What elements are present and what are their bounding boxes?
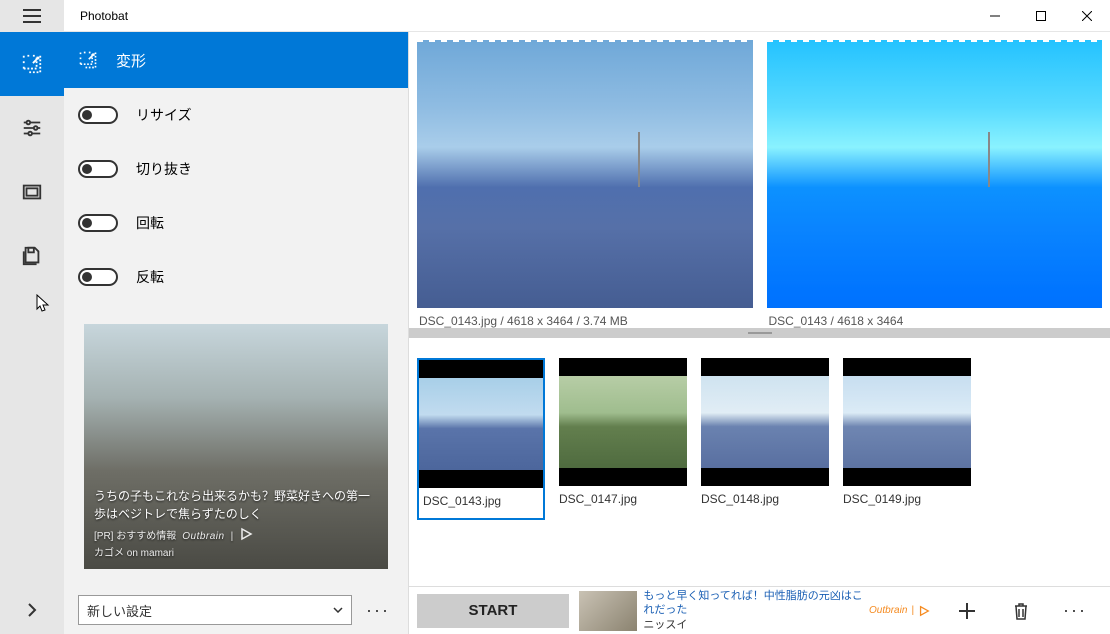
save-stack-icon [21,245,43,267]
crop-icon [21,53,43,75]
options-header-label: 変形 [116,50,146,71]
toggle-flip[interactable] [78,268,118,286]
footer-ad-brand-wrap: Outbrain | [869,605,930,617]
close-button[interactable] [1064,0,1110,31]
footer-ad-line2: ニッスイ [643,618,863,632]
thumbnail-item[interactable]: DSC_0149.jpg [843,358,971,506]
chevron-down-icon [333,607,343,613]
trash-icon [1011,601,1031,621]
sliders-icon [21,117,43,139]
option-rotate-label: 回転 [136,213,164,233]
option-crop-label: 切り抜き [136,159,192,179]
chevron-right-icon [27,603,37,617]
hamburger-icon [23,9,41,23]
titlebar: Photobat [0,0,1110,32]
ad-panel[interactable]: うちの子もこれなら出来るかも？野菜好きへの第一歩はベジトレで焦らずたのしく [P… [84,324,388,569]
maximize-button[interactable] [1018,0,1064,31]
frame-icon [21,181,43,203]
preview-after: DSC_0143 / 4618 x 3464 [767,40,1103,328]
footer-ad-image [579,591,637,631]
thumbnail-item[interactable]: DSC_0143.jpg [417,358,545,520]
option-resize[interactable]: リサイズ [64,88,408,142]
window-controls [972,0,1110,31]
ad-play-icon [918,605,930,617]
thumbnail-item[interactable]: DSC_0148.jpg [701,358,829,506]
toggle-rotate[interactable] [78,214,118,232]
option-flip[interactable]: 反転 [64,250,408,304]
minimize-button[interactable] [972,0,1018,31]
cursor-icon [36,294,50,312]
tool-save[interactable] [0,224,64,288]
thumbnail-image [843,358,971,486]
option-flip-label: 反転 [136,267,164,287]
thumbnail-label: DSC_0148.jpg [701,486,829,506]
thumbnail-strip: DSC_0143.jpg DSC_0147.jpg DSC_0148.jpg D… [409,338,1110,586]
footer-ad-text: もっと早く知ってれば！中性脂肪の元凶はこれだった ニッスイ [643,589,863,632]
content-area: DSC_0143.jpg / 4618 x 3464 / 3.74 MB DSC… [409,32,1110,634]
thumbnail-label: DSC_0147.jpg [559,486,687,506]
thumbnail-label: DSC_0149.jpg [843,486,971,506]
crop-icon [78,50,98,70]
footer-ad-brand: Outbrain [869,605,907,616]
options-bottombar: 新しい設定 ··· [64,586,408,634]
thumbnail-item[interactable]: DSC_0147.jpg [559,358,687,506]
ad-pr-label: [PR] おすすめ情報 [94,529,176,544]
settings-select[interactable]: 新しい設定 [78,595,352,625]
preview-after-caption: DSC_0143 / 4618 x 3464 [767,308,1103,328]
option-rotate[interactable]: 回転 [64,196,408,250]
add-button[interactable] [940,587,994,634]
tool-adjust[interactable] [0,96,64,160]
rail-expand-button[interactable] [0,586,64,634]
preview-row: DSC_0143.jpg / 4618 x 3464 / 3.74 MB DSC… [409,32,1110,328]
footer-icons: ··· [940,587,1102,634]
start-button-label: START [469,602,518,619]
thumbnail-label: DSC_0143.jpg [419,488,543,508]
hamburger-button[interactable] [0,0,64,31]
tool-frame[interactable] [0,160,64,224]
ad-brand: Outbrain [182,529,224,544]
ad-sub: カゴメ on mamari [94,546,378,561]
cursor-placeholder [0,288,64,352]
options-panel: 変形 リサイズ 切り抜き 回転 反転 うちの子もこれなら出来るかも？野菜好きへの… [64,32,409,634]
preview-after-image[interactable] [767,40,1103,308]
main-row: 変形 リサイズ 切り抜き 回転 反転 うちの子もこれなら出来るかも？野菜好きへの… [0,32,1110,634]
plus-icon [957,601,977,621]
content-footer: START もっと早く知ってれば！中性脂肪の元凶はこれだった ニッスイ Outb… [409,586,1110,634]
preview-before-caption: DSC_0143.jpg / 4618 x 3464 / 3.74 MB [417,308,753,328]
horizontal-splitter[interactable] [409,328,1110,338]
options-header[interactable]: 変形 [64,32,408,88]
delete-button[interactable] [994,587,1048,634]
ad-text: うちの子もこれなら出来るかも？野菜好きへの第一歩はベジトレで焦らずたのしく [P… [94,487,378,561]
preview-before: DSC_0143.jpg / 4618 x 3464 / 3.74 MB [417,40,753,328]
footer-ad-line1: もっと早く知ってれば！中性脂肪の元凶はこれだった [643,589,863,618]
settings-select-label: 新しい設定 [87,601,152,620]
tool-rail [0,32,64,634]
start-button[interactable]: START [417,594,569,628]
options-more-button[interactable]: ··· [362,600,394,621]
preview-before-image[interactable] [417,40,753,308]
toggle-resize[interactable] [78,106,118,124]
option-resize-label: リサイズ [136,105,192,125]
footer-more-button[interactable]: ··· [1048,587,1102,634]
ad-separator: | [231,529,234,544]
tool-transform[interactable] [0,32,64,96]
thumbnail-image [419,360,543,488]
toggle-crop[interactable] [78,160,118,178]
ad-play-icon [239,527,253,546]
more-icon: ··· [1059,600,1091,621]
thumbnail-image [559,358,687,486]
app-title: Photobat [64,9,972,23]
footer-ad[interactable]: もっと早く知ってれば！中性脂肪の元凶はこれだった ニッスイ Outbrain | [579,589,930,633]
option-crop[interactable]: 切り抜き [64,142,408,196]
thumbnail-image [701,358,829,486]
ad-headline: うちの子もこれなら出来るかも？野菜好きへの第一歩はベジトレで焦らずたのしく [94,487,378,523]
ad-separator: | [911,605,914,616]
